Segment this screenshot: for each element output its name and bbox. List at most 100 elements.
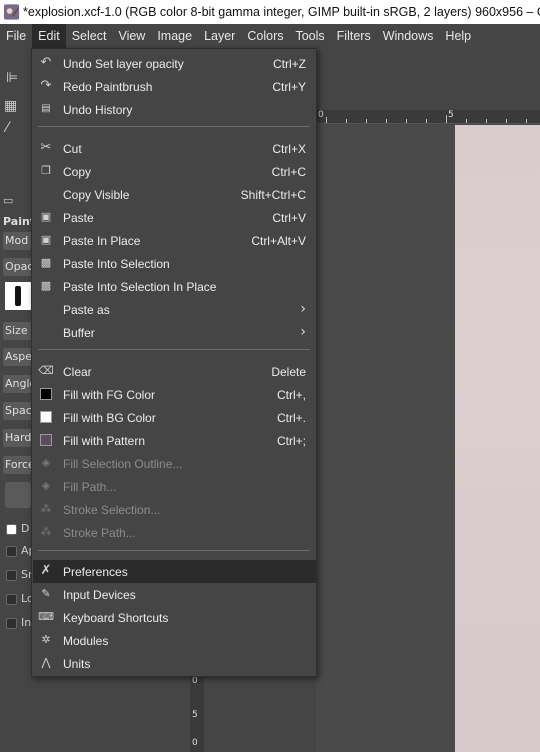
menu-file[interactable]: File <box>0 24 32 48</box>
menu-item-cut[interactable]: ✂ Cut Ctrl+X <box>33 137 316 160</box>
menu-tools[interactable]: Tools <box>289 24 330 48</box>
ruler-label: 5 <box>192 710 198 720</box>
pattern-icon <box>39 433 53 447</box>
menu-colors[interactable]: Colors <box>241 24 289 48</box>
menu-item-units[interactable]: ⋀ Units <box>33 652 316 675</box>
ruler-label: 0 <box>318 110 324 120</box>
menu-item-undo[interactable]: ↶ Undo Set layer opacity Ctrl+Z <box>33 52 316 75</box>
toolbox-dock: ⊫ ▦ ⁄ ▭ Paint Mod Opac Size Aspec Angle … <box>0 48 36 752</box>
image-canvas[interactable] <box>455 125 540 752</box>
menu-item-paste-in-place[interactable]: ▣ Paste In Place Ctrl+Alt+V <box>33 229 316 252</box>
color-picker-tool-icon[interactable]: ⁄ <box>6 120 8 136</box>
menu-item-label: Cut <box>63 141 82 156</box>
menu-item-redo[interactable]: ↷ Redo Paintbrush Ctrl+Y <box>33 75 316 98</box>
menu-item-label: Units <box>63 656 91 671</box>
menu-item-keyboard-shortcuts[interactable]: ⌨ Keyboard Shortcuts <box>33 606 316 629</box>
menu-separator <box>38 126 310 127</box>
mode-select[interactable]: Mod <box>3 232 33 250</box>
menu-filters[interactable]: Filters <box>331 24 377 48</box>
menu-separator <box>38 349 310 350</box>
spacing-slider[interactable]: Spac <box>3 402 33 420</box>
menu-item-input-devices[interactable]: ✎ Input Devices <box>33 583 316 606</box>
dynamics-label: D <box>21 522 30 535</box>
menu-separator <box>38 550 310 551</box>
gimp-app-icon <box>3 4 20 20</box>
menu-item-label: Paste <box>63 210 94 225</box>
menu-item-fill-bg[interactable]: Fill with BG Color Ctrl+. <box>33 406 316 429</box>
incremental-checkbox[interactable] <box>6 618 17 629</box>
menu-view[interactable]: View <box>112 24 151 48</box>
horizontal-ruler[interactable]: 0 5 <box>316 110 540 124</box>
vertical-ruler[interactable]: 0 5 0 <box>190 676 204 752</box>
brush-preview[interactable] <box>5 282 31 310</box>
stroke-selection-icon: ⁂ <box>40 502 52 515</box>
incremental-label: In <box>21 616 32 629</box>
menu-item-clear[interactable]: ⌫ Clear Delete <box>33 360 316 383</box>
menu-item-label: Fill with Pattern <box>63 433 146 448</box>
menu-item-shortcut: Ctrl+; <box>276 433 306 448</box>
menu-item-paste-into-selection[interactable]: ▩ Paste Into Selection <box>33 252 316 275</box>
menu-item-fill-selection-outline[interactable]: ◈ Fill Selection Outline... <box>33 452 316 475</box>
menu-item-label: Redo Paintbrush <box>63 79 153 94</box>
menu-select[interactable]: Select <box>66 24 113 48</box>
paste-into-icon: ▩ <box>40 256 52 269</box>
menu-edit[interactable]: Edit <box>32 24 66 48</box>
menu-item-paste-as[interactable]: Paste as › <box>33 298 316 321</box>
menu-item-stroke-path[interactable]: ⁂ Stroke Path... <box>33 521 316 544</box>
scissors-icon: ✂ <box>40 140 52 155</box>
opacity-slider[interactable]: Opac <box>3 258 33 276</box>
paste-into-in-place-icon: ▩ <box>40 279 52 292</box>
align-tool-icon[interactable]: ⊫ <box>6 70 18 86</box>
menu-item-shortcut: Ctrl+Y <box>272 79 306 94</box>
ruler-label: 0 <box>192 738 198 748</box>
menu-windows[interactable]: Windows <box>377 24 440 48</box>
redo-icon: ↷ <box>40 78 52 93</box>
menu-item-paste[interactable]: ▣ Paste Ctrl+V <box>33 206 316 229</box>
menu-item-shortcut: Ctrl+X <box>272 141 306 156</box>
input-devices-icon: ✎ <box>41 587 51 600</box>
bg-color-icon <box>39 410 53 424</box>
menu-item-fill-fg[interactable]: Fill with FG Color Ctrl+, <box>33 383 316 406</box>
lock-checkbox[interactable] <box>6 594 17 605</box>
menu-item-fill-pattern[interactable]: Fill with Pattern Ctrl+; <box>33 429 316 452</box>
menu-item-undo-history[interactable]: ▤ Undo History <box>33 98 316 121</box>
size-slider[interactable]: Size <box>3 322 33 340</box>
menu-item-preferences[interactable]: ✗ Preferences <box>33 560 316 583</box>
edit-menu: ↶ Undo Set layer opacity Ctrl+Z ↷ Redo P… <box>31 48 317 677</box>
checkerboard-tool-icon[interactable]: ▦ <box>4 98 17 114</box>
apply-jitter-checkbox[interactable] <box>6 546 17 557</box>
angle-slider[interactable]: Angle <box>3 375 33 393</box>
force-slider[interactable]: Force <box>3 456 33 474</box>
dynamics-checkbox[interactable] <box>6 524 17 535</box>
menu-item-copy[interactable]: ❐ Copy Ctrl+C <box>33 160 316 183</box>
menu-item-shortcut: Shift+Ctrl+C <box>240 187 306 202</box>
tool-options-tab-icon[interactable]: ▭ <box>3 194 13 207</box>
menu-item-label: Input Devices <box>63 587 136 602</box>
hardness-slider[interactable]: Hardn <box>3 429 33 447</box>
menu-item-label: Keyboard Shortcuts <box>63 610 169 625</box>
menu-item-shortcut: Ctrl+, <box>276 387 306 402</box>
menu-item-buffer[interactable]: Buffer › <box>33 321 316 344</box>
menu-item-shortcut: Ctrl+. <box>276 410 306 425</box>
copy-icon: ❐ <box>41 164 51 177</box>
smooth-checkbox[interactable] <box>6 570 17 581</box>
menu-item-label: Copy Visible <box>63 187 130 202</box>
stroke-path-icon: ⁂ <box>40 525 52 538</box>
menu-item-label: Stroke Path... <box>63 525 136 540</box>
paste-icon: ▣ <box>40 210 52 223</box>
menu-item-modules[interactable]: ✲ Modules <box>33 629 316 652</box>
menu-bar: File Edit Select View Image Layer Colors… <box>0 24 540 48</box>
menu-item-label: Paste as <box>63 302 110 317</box>
menu-item-stroke-selection[interactable]: ⁂ Stroke Selection... <box>33 498 316 521</box>
menu-item-paste-into-selection-in-place[interactable]: ▩ Paste Into Selection In Place <box>33 275 316 298</box>
menu-item-copy-visible[interactable]: Copy Visible Shift+Ctrl+C <box>33 183 316 206</box>
chevron-right-icon: › <box>300 301 306 317</box>
keyboard-icon: ⌨ <box>38 610 54 623</box>
menu-item-shortcut: Ctrl+C <box>271 164 306 179</box>
dynamics-preview[interactable] <box>5 482 31 508</box>
menu-layer[interactable]: Layer <box>198 24 241 48</box>
menu-image[interactable]: Image <box>151 24 198 48</box>
menu-help[interactable]: Help <box>439 24 477 48</box>
aspect-slider[interactable]: Aspec <box>3 348 33 366</box>
menu-item-fill-path[interactable]: ◈ Fill Path... <box>33 475 316 498</box>
